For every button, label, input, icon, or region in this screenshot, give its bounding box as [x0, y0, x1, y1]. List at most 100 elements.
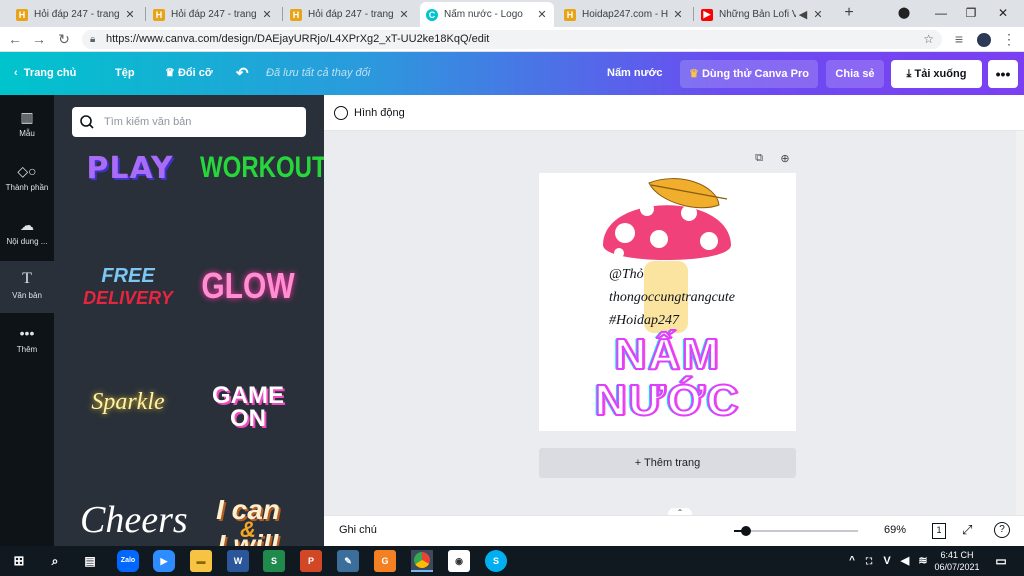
reload-icon[interactable]: ↻	[55, 30, 73, 48]
text-style-play[interactable]: PLAY	[80, 151, 180, 186]
share-button[interactable]: Chia sẻ	[826, 60, 884, 88]
page-count-button[interactable]: 1	[932, 523, 946, 539]
close-icon[interactable]: ✕	[398, 8, 410, 21]
zoom-slider[interactable]	[734, 526, 858, 536]
new-tab-button[interactable]: +	[840, 4, 858, 22]
rail-item-templates[interactable]: ▥ Mẫu	[0, 99, 54, 151]
caption-block[interactable]: @Thỏ thongoccungtrangcute #Hoidap247	[609, 263, 735, 332]
download-button[interactable]: ⤓ Tải xuống	[891, 60, 982, 88]
close-icon[interactable]: ✕	[672, 8, 684, 21]
browser-tab[interactable]: H Hỏi đáp 247 - trang tr... ✕	[147, 2, 279, 27]
try-pro-button[interactable]: ♛ Dùng thử Canva Pro	[680, 60, 818, 88]
rail-item-text[interactable]: T Văn bản	[0, 261, 54, 313]
browser-tab-active[interactable]: C Nấm nước - Logo ✕	[420, 2, 554, 27]
rail-item-uploads[interactable]: ☁ Nội dung ...	[0, 207, 54, 259]
wifi-icon[interactable]: ≋	[916, 550, 930, 572]
browser-tab[interactable]: ▶ Những Bản Lofi Vi... ◀ ✕	[695, 2, 830, 27]
text-style-glow[interactable]: GLOW	[200, 267, 296, 308]
text-style-on[interactable]: ON	[200, 407, 296, 431]
side-rail: ▥ Mẫu ◇○ Thành phần ☁ Nội dung ... T Văn…	[0, 95, 54, 546]
text-style-i-will[interactable]: I will	[200, 531, 296, 547]
add-page-button[interactable]: + Thêm trang	[539, 448, 796, 478]
minimize-icon[interactable]: —	[932, 4, 950, 22]
text-style-cheers[interactable]: Cheers	[80, 498, 188, 542]
notification-icon[interactable]: ▭	[990, 550, 1012, 572]
close-icon[interactable]: ✕	[124, 8, 136, 21]
clock[interactable]: 6:41 CH 06/07/2021	[932, 549, 982, 573]
add-page-icon[interactable]: ⊕	[778, 152, 792, 166]
profile-menu-icon[interactable]: ⬤	[895, 4, 913, 22]
word-icon[interactable]: W	[227, 550, 249, 572]
volume-icon[interactable]: ◀	[898, 550, 912, 572]
file-menu[interactable]: Tệp	[115, 52, 135, 95]
tab-separator	[145, 7, 146, 21]
forward-icon[interactable]: →	[30, 30, 48, 48]
fullscreen-icon[interactable]: ⤢	[962, 522, 972, 538]
clock-date: 06/07/2021	[934, 562, 980, 572]
reading-list-icon[interactable]: ≡	[950, 30, 968, 48]
vertical-scrollbar[interactable]	[1016, 131, 1024, 515]
home-button[interactable]: ‹ Trang chủ	[14, 52, 76, 95]
chevron-up-icon[interactable]: ^	[845, 550, 859, 572]
text-style-delivery[interactable]: DELIVERY	[80, 288, 176, 308]
browser-tab[interactable]: H Hỏi đáp 247 - trang tr... ✕	[284, 2, 416, 27]
powerpoint-icon[interactable]: P	[300, 550, 322, 572]
search-icon	[80, 107, 94, 149]
windows-start-icon[interactable]: ⊞	[8, 550, 30, 572]
search-icon[interactable]: ⌕	[44, 550, 66, 572]
bookmark-star-icon[interactable]: ☆	[923, 30, 934, 49]
avatar[interactable]	[975, 30, 993, 48]
animate-button[interactable]: Hình động	[334, 104, 405, 122]
undo-icon[interactable]: ↶	[236, 52, 249, 95]
rail-item-more[interactable]: ••• Thêm	[0, 315, 54, 367]
tab-separator	[693, 7, 694, 21]
text-style-sparkle[interactable]: Sparkle	[80, 389, 176, 416]
zoom-app-icon[interactable]: ▶	[153, 550, 175, 572]
app-icon[interactable]: G	[374, 550, 396, 572]
folder-icon[interactable]: ▬	[190, 550, 212, 572]
download-label: Tải xuống	[914, 68, 967, 80]
close-window-icon[interactable]: ✕	[994, 4, 1012, 22]
search-input[interactable]: Tìm kiếm văn bản	[72, 107, 306, 137]
chrome-alt-icon[interactable]: ◉	[448, 550, 470, 572]
design-title[interactable]: Nấm nước	[607, 52, 663, 95]
paint-icon[interactable]: ✎	[337, 550, 359, 572]
browser-tab[interactable]: H Hoidap247.com - Hỏi... ✕	[558, 2, 690, 27]
notes-button[interactable]: Ghi chú	[339, 524, 377, 536]
restore-icon[interactable]: ❐	[962, 4, 980, 22]
design-page[interactable]: @Thỏ thongoccungtrangcute #Hoidap247 NẤM…	[539, 173, 796, 431]
rail-item-elements[interactable]: ◇○ Thành phần	[0, 153, 54, 205]
pro-label: Dùng thử Canva Pro	[701, 68, 809, 80]
resize-label: Đổi cỡ	[177, 67, 213, 79]
url-field[interactable]: 🔒︎ https://www.canva.com/design/DAEjayUR…	[82, 30, 942, 49]
app-icon[interactable]: S	[263, 550, 285, 572]
hoidap-icon: H	[564, 8, 576, 21]
zoom-slider-handle[interactable]	[741, 526, 751, 536]
more-options-button[interactable]: •••	[988, 60, 1018, 88]
close-icon[interactable]: ✕	[812, 8, 824, 21]
hoidap-icon: H	[153, 8, 165, 21]
network-icon[interactable]: ⛶	[862, 550, 876, 572]
title-line-2[interactable]: NƯỚC	[539, 378, 796, 424]
text-style-free[interactable]: FREE	[80, 266, 176, 286]
browser-tab[interactable]: H Hỏi đáp 247 - trang tr... ✕	[10, 2, 142, 27]
title-line-1[interactable]: NẤM	[539, 332, 796, 378]
speaker-icon[interactable]: ◀	[798, 8, 808, 21]
text-style-workout[interactable]: WORKOUT	[200, 151, 324, 186]
language-indicator[interactable]: V	[880, 550, 894, 572]
resize-button[interactable]: ♛ Đổi cỡ	[165, 52, 213, 95]
skype-icon[interactable]: S	[485, 550, 507, 572]
zalo-icon[interactable]: Zalo	[117, 550, 139, 572]
text-style-game[interactable]: GAME	[200, 384, 296, 408]
zoom-level[interactable]: 69%	[884, 524, 906, 536]
close-icon[interactable]: ✕	[261, 8, 273, 21]
chrome-icon[interactable]	[411, 550, 433, 572]
elements-icon: ◇○	[17, 163, 37, 179]
chrome-menu-icon[interactable]: ⋮	[1000, 30, 1018, 48]
help-icon[interactable]: ?	[994, 522, 1010, 538]
task-view-icon[interactable]: ▤	[79, 550, 101, 572]
duplicate-page-icon[interactable]: ⧉	[752, 152, 766, 166]
tab-title: Hỏi đáp 247 - trang tr...	[34, 9, 120, 20]
close-icon[interactable]: ✕	[536, 8, 548, 21]
back-icon[interactable]: ←	[6, 30, 24, 48]
